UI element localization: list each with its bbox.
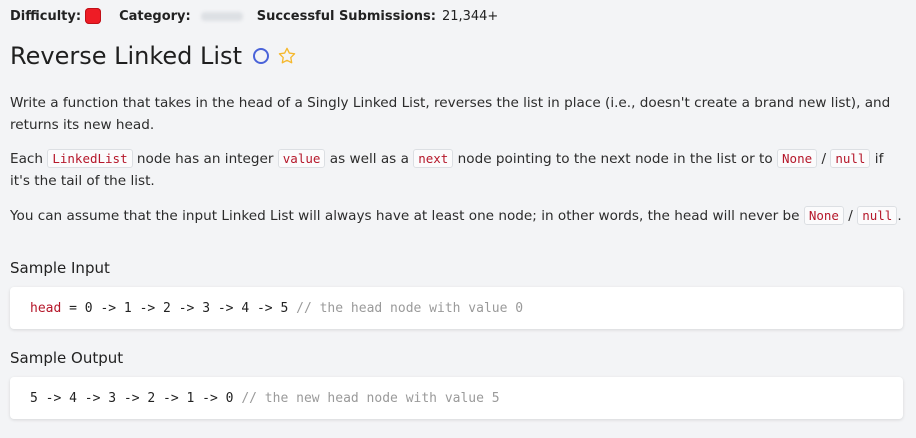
description-paragraph-2: Each LinkedList node has an integer valu… [10,148,902,192]
sample-output-title: Sample Output [10,349,124,367]
sample-output-code: 5 -> 4 -> 3 -> 2 -> 1 -> 0 // the new he… [10,377,903,419]
text: You can assume that the input Linked Lis… [10,208,804,224]
inline-code-null: null [857,206,898,225]
inline-code-linkedlist: LinkedList [47,149,133,168]
category-value-blurred [200,11,243,21]
text: / [843,208,858,224]
code-comment: // the new head node with value 5 [241,390,500,406]
description-paragraph-3: You can assume that the input Linked Lis… [10,205,902,227]
problem-meta: Difficulty: Category: Successful Submiss… [10,6,498,26]
text: as well as a [325,151,414,167]
text: Each [10,151,48,167]
code-comment: // the head node with value 0 [296,300,524,316]
inline-code-next: next [413,149,454,168]
category-label: Category: [119,8,191,24]
code-variable: head [30,300,62,316]
text: . [897,208,902,224]
submissions-label: Successful Submissions: [256,8,436,24]
code-text: 5 -> 4 -> 3 -> 2 -> 1 -> 0 [30,390,242,406]
sample-input-title: Sample Input [10,259,110,277]
inline-code-null: null [830,149,871,168]
circle-outline-icon[interactable] [252,48,269,64]
inline-code-none: None [803,206,844,225]
text: / [817,151,831,167]
difficulty-label: Difficulty: [10,8,82,24]
code-text: = 0 -> 1 -> 2 -> 3 -> 4 -> 5 [61,300,297,316]
submissions-count: 21,344+ [441,8,499,24]
inline-code-none: None [777,149,818,168]
inline-code-value: value [277,149,326,168]
description-paragraph-1: Write a function that takes in the head … [10,95,891,133]
text: node pointing to the next node in the li… [453,151,778,167]
star-outline-icon[interactable] [277,46,297,66]
problem-title: Reverse Linked List [10,42,242,70]
difficulty-badge [85,8,102,24]
sample-input-code: head = 0 -> 1 -> 2 -> 3 -> 4 -> 5 // the… [10,287,903,329]
problem-header: Reverse Linked List [10,42,297,70]
text: node has an integer [132,151,278,167]
